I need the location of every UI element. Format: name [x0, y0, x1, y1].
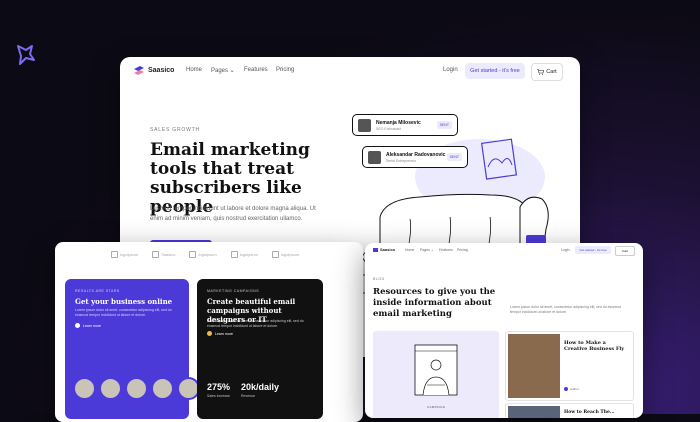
- stat-value: 20k/daily: [241, 382, 280, 392]
- stat-label: Revenue: [241, 394, 256, 398]
- learn-more-link[interactable]: Learn more: [75, 323, 101, 328]
- featured-post-card[interactable]: CAMPAIGN: [373, 331, 499, 418]
- avatar: [125, 377, 148, 400]
- contact-role: Serial Entrepreneur: [386, 158, 417, 163]
- status-badge: SENT: [446, 153, 462, 161]
- nav-pricing[interactable]: Pricing: [276, 67, 294, 73]
- card-body: Lorem ipsum dolor sit amet, consectetur …: [75, 308, 172, 317]
- post-author: Author: [564, 387, 579, 391]
- card-body: Lorem ipsum dolor sit amet, consectetur …: [207, 319, 304, 328]
- arrow-circle-icon: [207, 331, 212, 336]
- client-logo: logoipsum: [230, 251, 258, 258]
- card-title: Get your business online: [75, 297, 173, 306]
- blog-eyebrow: BLOG: [373, 277, 385, 281]
- brand-logo[interactable]: Saasico: [373, 247, 395, 252]
- nav-features[interactable]: Features: [244, 67, 268, 73]
- arrow-circle-icon: [75, 323, 80, 328]
- avatar: [151, 377, 174, 400]
- hero-eyebrow: SALES GROWTH: [150, 127, 200, 133]
- logo-mark-icon: [134, 66, 144, 75]
- avatar: [73, 377, 96, 400]
- notification-card: Aleksandar Radovanovic Serial Entreprene…: [362, 146, 468, 168]
- learn-more-link[interactable]: Learn more: [207, 331, 233, 336]
- get-started-button[interactable]: Get started - it's free: [465, 63, 525, 79]
- avatar: [358, 118, 371, 132]
- nav-features[interactable]: Features: [439, 248, 453, 252]
- feature-card-blue: RESULTS ARE STARS Get your business onli…: [65, 279, 200, 419]
- nav-pages[interactable]: Pages ⌄: [420, 248, 434, 252]
- cart-button[interactable]: Cart: [531, 63, 563, 81]
- post-title: How to Reach The...: [564, 410, 615, 415]
- hero-lead: Lusmod tempor incididunt ut labore et do…: [150, 206, 316, 222]
- client-logos: logoipsum Saasico logoipsum logoipsum lo…: [111, 251, 299, 258]
- client-logo: logoipsum: [271, 251, 299, 258]
- blog-post-card[interactable]: How to Make a Creative Business Fly Auth…: [505, 331, 634, 401]
- brand-logo[interactable]: Saasico: [134, 66, 174, 75]
- logo-mark-icon: [373, 247, 378, 252]
- stat-value: 275%: [207, 382, 231, 392]
- post-title: How to Make a Creative Business Fly: [564, 340, 625, 352]
- client-logo: logoipsum: [189, 251, 217, 258]
- brand-name: Saasico: [148, 67, 175, 74]
- avatar: [368, 150, 381, 164]
- sparkle-icon: [17, 45, 35, 65]
- notification-card: Nemanja Milosevic SEO Enthusiast SENT: [352, 114, 458, 136]
- author-avatar: [564, 387, 568, 391]
- blog-headline: Resources to give you the inside informa…: [373, 287, 496, 319]
- post-thumbnail: [508, 334, 560, 398]
- blog-body: Lorem ipsum dolor sit amet, consectetur …: [510, 305, 621, 314]
- avatar: [99, 377, 122, 400]
- main-navbar: Saasico Home Pages ⌄ Features Pricing Lo…: [120, 57, 580, 85]
- nav-home[interactable]: Home: [186, 67, 202, 73]
- contact-role: SEO Enthusiast: [376, 126, 401, 131]
- stat-label: Sales increase: [207, 394, 230, 398]
- featured-caption: CAMPAIGN: [427, 405, 446, 409]
- nav-login[interactable]: Login: [561, 248, 570, 252]
- cart-icon: [537, 69, 545, 75]
- nav-pages[interactable]: Pages ⌄: [211, 67, 235, 74]
- client-logo: logoipsum: [111, 251, 138, 258]
- cart-button[interactable]: Cart: [615, 246, 635, 256]
- get-started-button[interactable]: Get started - it's free: [575, 246, 611, 254]
- cart-label: Cart: [546, 69, 557, 75]
- client-logo: Saasico: [152, 251, 175, 258]
- contact-name: Nemanja Milosevic: [376, 119, 421, 126]
- feature-card-dark: MARKETING CAMPAIGNS Create beautiful ema…: [197, 279, 323, 419]
- avatar-row: [73, 377, 200, 400]
- features-site-preview: logoipsum Saasico logoipsum logoipsum lo…: [55, 242, 363, 422]
- card-eyebrow: RESULTS ARE STARS: [75, 289, 120, 293]
- blog-post-card[interactable]: How to Reach The...: [505, 403, 634, 418]
- card-eyebrow: MARKETING CAMPAIGNS: [207, 289, 260, 293]
- blog-site-preview: Saasico Home Pages ⌄ Features Pricing Lo…: [365, 243, 643, 418]
- nav-home[interactable]: Home: [405, 248, 414, 252]
- status-badge: SENT: [436, 121, 452, 129]
- nav-pricing[interactable]: Pricing: [457, 248, 468, 252]
- post-thumbnail: [508, 406, 560, 418]
- person-window-illustration: [414, 344, 458, 396]
- nav-login[interactable]: Login: [443, 67, 458, 73]
- blog-navbar: Saasico Home Pages ⌄ Features Pricing Lo…: [365, 243, 643, 257]
- contact-name: Aleksandar Radovanovic: [386, 151, 446, 158]
